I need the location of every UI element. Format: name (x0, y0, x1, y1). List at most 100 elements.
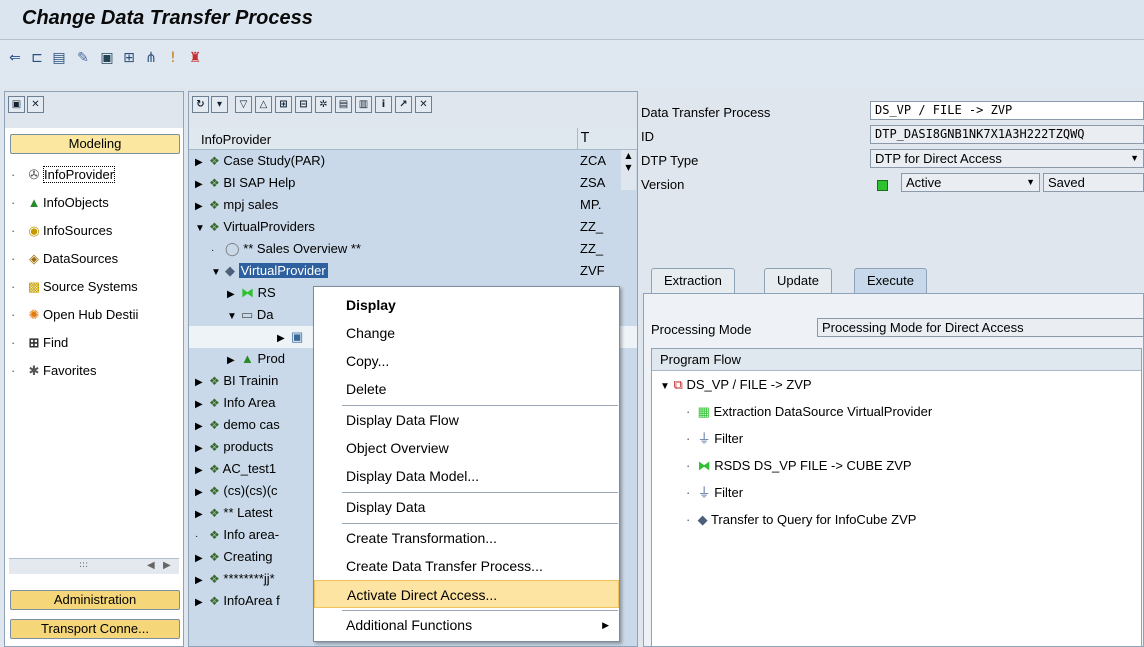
refresh-icon[interactable]: ↻ (192, 96, 209, 113)
menu-item-change[interactable]: Change (314, 319, 619, 347)
structure-icon[interactable]: ⊞ (120, 50, 138, 66)
section-administration-button[interactable]: Administration (10, 590, 180, 610)
nav-item-infosources[interactable]: · ◉ InfoSources (11, 220, 112, 242)
page-title: Change Data Transfer Process (22, 7, 313, 29)
dtp-label: Data Transfer Process (641, 105, 771, 120)
network-icon[interactable]: ⋔ (142, 50, 160, 66)
filter-up-icon[interactable]: △ (255, 96, 272, 113)
flow-step[interactable]: · ◆ Transfer to Query for InfoCube ZVP (686, 508, 916, 532)
status-field: Saved (1043, 173, 1144, 192)
menu-item-additional-functions[interactable]: Additional Functions ▶ (314, 611, 619, 639)
nav-item-find[interactable]: · ⊞ Find (11, 332, 68, 354)
columns-icon[interactable]: ▥ (355, 96, 372, 113)
infoprovider-icon: ✇ (28, 167, 40, 182)
column-header-infoprovider[interactable]: InfoProvider (201, 132, 271, 147)
find-icon: ⊞ (28, 335, 40, 350)
expand-icon[interactable]: ▣ (8, 96, 25, 113)
tree-row[interactable]: ▶ ❖ mpj sales MP. (189, 194, 637, 216)
menu-item-create-dtp[interactable]: Create Data Transfer Process... (314, 552, 619, 580)
navigator-toolbar: ▣ ✕ (5, 92, 183, 128)
program-flow-tree: Program Flow ▼ ⧉ DS_VP / FILE -> ZVP · ▦… (651, 348, 1142, 647)
nav-item-open-hub[interactable]: · ✺ Open Hub Destii (11, 304, 138, 326)
tree-row[interactable]: · ◯ ** Sales Overview ** ZZ_ (189, 238, 637, 260)
tree-toolbar: ↻ ▾ ▽ △ ⊞ ⊟ ✲ ▤ ▥ i ↗ ✕ (189, 92, 637, 128)
pointer-icon[interactable]: ↗ (395, 96, 412, 113)
section-modeling-button[interactable]: Modeling (10, 134, 180, 154)
application-toolbar: ⇐ ⊏ ▤ ✎ ▣ ⊞ ⋔ ǃ ♜ (0, 40, 1144, 88)
scroll-right-icon[interactable]: ▶ (163, 560, 171, 571)
chevron-down-icon: ▼ (1026, 177, 1035, 187)
tree-header: InfoProvider T (189, 128, 637, 150)
flow-root-node[interactable]: ▼ ⧉ DS_VP / FILE -> ZVP (660, 373, 812, 397)
infoobjects-icon: ▲ (27, 195, 41, 210)
flow-step[interactable]: · ⏚ Filter (686, 481, 743, 505)
version-dropdown[interactable]: Active ▼ (901, 173, 1040, 192)
scroll-left-icon[interactable]: ◀ (147, 560, 155, 571)
flow-step[interactable]: · ⧓ RSDS DS_VP FILE -> CUBE ZVP (686, 454, 912, 478)
nav-item-infoobjects[interactable]: · ▲ InfoObjects (11, 192, 109, 214)
flow-step[interactable]: · ▦ Extraction DataSource VirtualProvide… (686, 400, 932, 424)
close-icon[interactable]: ✕ (27, 96, 44, 113)
info-icon[interactable]: i (375, 96, 392, 113)
nav-item-favorites[interactable]: · ✱ Favorites (11, 360, 96, 382)
stamp-icon[interactable]: ♜ (186, 50, 204, 66)
menu-item-display-data-flow[interactable]: Display Data Flow (314, 406, 619, 434)
info-icon[interactable]: ǃ (164, 50, 182, 66)
infocube-icon: ◆ (697, 512, 708, 527)
close-icon[interactable]: ✕ (415, 96, 432, 113)
favorites-icon: ✱ (28, 363, 40, 378)
processing-mode-field[interactable]: Processing Mode for Direct Access (817, 318, 1144, 337)
filter-down-icon[interactable]: ▽ (235, 96, 252, 113)
infosources-icon: ◉ (28, 223, 40, 238)
id-label: ID (641, 129, 654, 144)
menu-item-delete[interactable]: Delete (314, 375, 619, 403)
datasource-icon: ▦ (697, 404, 710, 419)
tab-extraction[interactable]: Extraction (651, 268, 735, 293)
collapse-icon[interactable]: ▾ (211, 96, 228, 113)
tree-row[interactable]: ▶ ❖ Case Study(PAR) ZCA (189, 150, 637, 172)
nav-item-infoprovider[interactable]: · ✇ InfoProvider (11, 164, 116, 186)
settings-icon[interactable]: ✲ (315, 96, 332, 113)
find-next-icon[interactable]: ⊟ (295, 96, 312, 113)
menu-item-display[interactable]: Display (314, 291, 619, 319)
layout-icon[interactable]: ▤ (335, 96, 352, 113)
dtp-type-dropdown[interactable]: DTP for Direct Access ▼ (870, 149, 1144, 168)
dtp-type-label: DTP Type (641, 153, 699, 168)
tab-update[interactable]: Update (764, 268, 832, 293)
back-arrow-icon[interactable]: ⇐ (6, 50, 24, 66)
open-hub-icon: ✺ (28, 307, 40, 322)
tree-row[interactable]: ▼ ◆ VirtualProvider ZVF (189, 260, 637, 282)
dtp-icon: ⧉ (673, 377, 683, 392)
tab-execute[interactable]: Execute (854, 268, 927, 293)
menu-item-create-transformation[interactable]: Create Transformation... (314, 524, 619, 552)
nav-item-datasources[interactable]: · ◈ DataSources (11, 248, 118, 270)
title-bar: Change Data Transfer Process (0, 0, 1144, 40)
navigator-panel: ▣ ✕ Modeling · ✇ InfoProvider · ▲ InfoObject… (4, 91, 184, 647)
display-icon[interactable]: ▤ (50, 50, 68, 66)
datasources-icon: ◈ (29, 251, 39, 266)
nav-item-source-systems[interactable]: · ▩ Source Systems (11, 276, 138, 298)
find-icon[interactable]: ⊞ (275, 96, 292, 113)
menu-item-copy[interactable]: Copy... (314, 347, 619, 375)
pencil-icon[interactable]: ✎ (74, 50, 92, 66)
processing-mode-label: Processing Mode (651, 322, 752, 337)
tree-row[interactable]: ▼ ❖ VirtualProviders ZZ_ (189, 216, 637, 238)
filter-icon: ⏚ (697, 431, 711, 446)
flow-step[interactable]: · ⏚ Filter (686, 427, 743, 451)
section-transport-button[interactable]: Transport Conne... (10, 619, 180, 639)
menu-item-display-data-model[interactable]: Display Data Model... (314, 462, 619, 490)
source-systems-icon: ▩ (27, 279, 41, 294)
check-icon[interactable]: ▣ (98, 50, 116, 66)
menu-item-object-overview[interactable]: Object Overview (314, 434, 619, 462)
transformation-icon: ⧓ (697, 458, 711, 473)
dtp-name-field[interactable]: DS_VP / FILE -> ZVP (870, 101, 1144, 120)
submenu-arrow-icon: ▶ (602, 620, 609, 630)
hierarchy-icon[interactable]: ⊏ (28, 50, 46, 66)
column-header-technical-name[interactable]: T (577, 128, 589, 150)
tree-row[interactable]: ▶ ❖ BI SAP Help ZSA (189, 172, 637, 194)
horizontal-scrollbar[interactable]: ::: ◀ ▶ (9, 558, 179, 574)
menu-item-activate-direct-access[interactable]: Activate Direct Access... (314, 580, 619, 608)
chevron-down-icon: ▼ (1130, 153, 1139, 163)
context-menu: Display Change Copy... Delete Display Da… (313, 286, 620, 642)
menu-item-display-data[interactable]: Display Data (314, 493, 619, 521)
